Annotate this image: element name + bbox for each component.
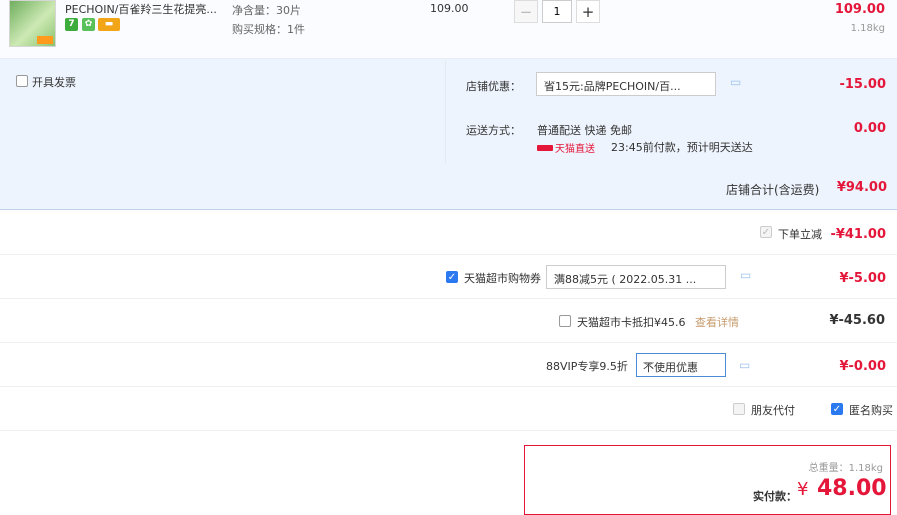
invoice-label[interactable]: 开具发票	[32, 74, 76, 90]
vip-select[interactable]: 不使用优惠 ﹀	[636, 353, 726, 377]
thumbnail-badge	[37, 36, 53, 44]
vip-label: 88VIP专享9.5折	[546, 360, 628, 373]
anonymous-checkbox[interactable]: ✓	[831, 403, 843, 415]
spec-net-content: 净含量：30片	[232, 4, 301, 17]
message-icon[interactable]: ▭	[740, 268, 751, 282]
gold-medal-icon[interactable]: ✿	[82, 18, 95, 31]
chevron-down-icon: ﹀	[544, 80, 555, 93]
product-thumbnail[interactable]	[9, 0, 56, 47]
shop-discount-label: 店铺优惠：	[466, 80, 521, 93]
friend-pay-checkbox[interactable]	[733, 403, 745, 415]
shop-total-amount: ¥94.00	[836, 180, 887, 195]
card-deduct-amount: ¥-45.60	[829, 313, 885, 328]
instant-discount-checkbox: ✓	[760, 226, 772, 238]
total-weight: 总重量：1.18kg	[808, 463, 883, 474]
card-details-link[interactable]: 查看详情	[695, 314, 739, 330]
qty-minus-button[interactable]: −	[514, 0, 538, 23]
card-deduct-row	[0, 299, 897, 343]
pay-currency: ¥	[797, 479, 809, 500]
chevron-down-icon: ﹀	[643, 361, 654, 374]
vip-amount: ¥-0.00	[839, 359, 886, 374]
pay-amount: 48.00	[817, 476, 887, 501]
spec-purchase: 购买规格：1件	[232, 23, 305, 36]
card-deduct-checkbox[interactable]	[559, 315, 571, 327]
coupon-amount: ¥-5.00	[839, 271, 886, 286]
shipping-amount: 0.00	[853, 121, 886, 136]
row-weight: 1.18kg	[850, 23, 885, 34]
row-total: 109.00	[834, 2, 885, 17]
shipping-eta: 23:45前付款，预计明天送达	[611, 141, 753, 154]
coupon-label[interactable]: 天猫超市购物券	[464, 270, 541, 286]
tmall-direct-tag: 天猫直送	[537, 140, 603, 155]
product-title[interactable]: PECHOIN/百雀羚三生花提亮...	[65, 1, 225, 17]
vip-row	[0, 343, 897, 387]
card-pay-icon[interactable]: ▬	[98, 18, 120, 31]
invoice-checkbox[interactable]	[16, 75, 28, 87]
shipping-method: 普通配送 快递 免邮	[537, 124, 632, 137]
shipping-label: 运送方式：	[466, 124, 521, 137]
message-icon[interactable]: ▭	[739, 358, 750, 372]
instant-discount-amount: -¥41.00	[830, 227, 886, 242]
friend-pay-label[interactable]: 朋友代付	[751, 402, 795, 418]
quantity-stepper: − +	[514, 0, 600, 24]
anonymous-label[interactable]: 匿名购买	[849, 402, 893, 418]
coupon-select[interactable]: 满88减5元 ( 2022.05.31 ... ﹀	[546, 265, 726, 289]
card-deduct-label[interactable]: 天猫超市卡抵扣¥45.6	[577, 314, 686, 330]
instant-discount-label: 下单立减	[778, 228, 822, 241]
qty-input[interactable]	[542, 0, 572, 23]
unit-price: 109.00	[430, 2, 469, 15]
shop-discount-amount: -15.00	[839, 77, 886, 92]
chevron-down-icon: ﹀	[554, 273, 565, 286]
message-icon[interactable]: ▭	[730, 75, 741, 89]
shop-discount-select[interactable]: 省15元:品牌PECHOIN/百... ﹀	[536, 72, 716, 96]
qty-plus-button[interactable]: +	[576, 0, 600, 23]
seven-day-return-icon[interactable]: 7	[65, 18, 78, 31]
coupon-checkbox[interactable]: ✓	[446, 271, 458, 283]
shop-total-label: 店铺合计(含运费)	[726, 183, 820, 197]
